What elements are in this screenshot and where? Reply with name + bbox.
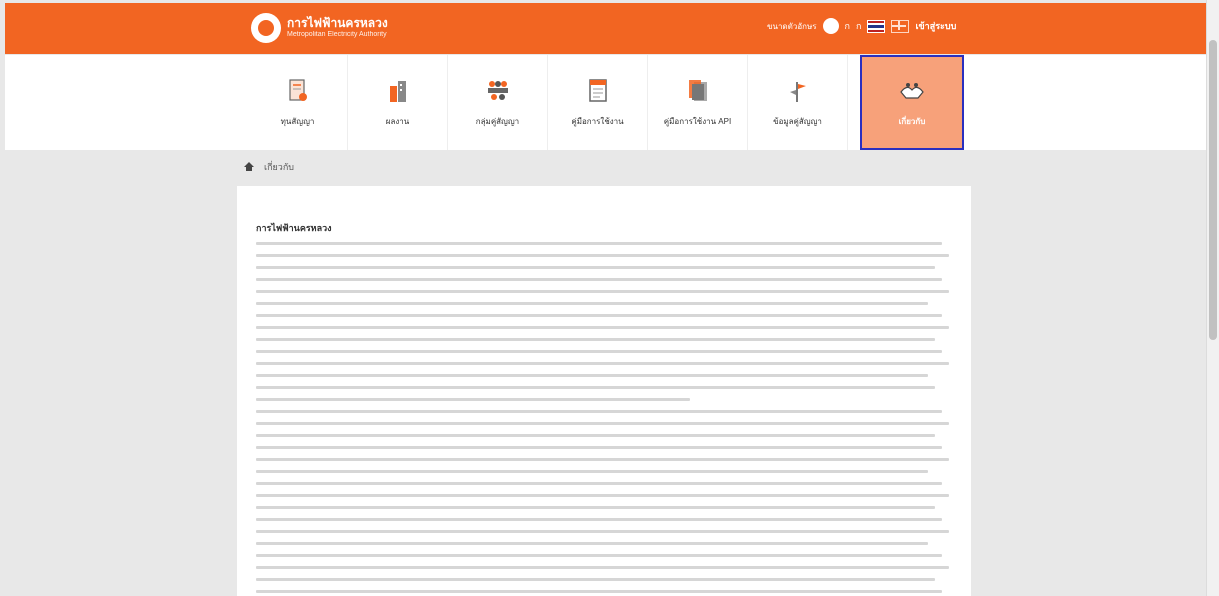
menu-item-works[interactable]: ผลงาน (348, 55, 448, 150)
signpost-icon (784, 77, 812, 105)
login-link[interactable]: เข้าสู่ระบบ (915, 19, 956, 33)
font-size-toggle[interactable] (822, 18, 839, 34)
logo-title: การไฟฟ้านครหลวง (287, 16, 388, 30)
english-flag-icon[interactable] (891, 19, 910, 33)
menu-label: ผลงาน (385, 117, 410, 126)
menu-item-contract[interactable]: ทุนสัญญา (248, 55, 348, 150)
site-logo[interactable]: การไฟฟ้านครหลวง Metropolitan Electricity… (251, 13, 388, 43)
handshake-icon (898, 77, 926, 105)
menu-label: กลุ่มคู่สัญญา (475, 117, 520, 126)
page-scrollbar[interactable] (1206, 0, 1219, 596)
building-icon (384, 77, 412, 105)
paragraph-1-placeholder (256, 242, 956, 410)
font-small-button[interactable]: ก (845, 19, 850, 33)
manual-icon (584, 77, 612, 105)
main-menu: ทุนสัญญา ผลงาน กลุ่มคู่สัญญา คู่มือการใช… (5, 55, 1206, 150)
page-title: การไฟฟ้านครหลวง (256, 223, 332, 233)
document-icon (284, 77, 312, 105)
menu-label: ข้อมูลคู่สัญญา (773, 117, 822, 126)
header-bar: การไฟฟ้านครหลวง Metropolitan Electricity… (5, 3, 1206, 54)
thai-flag-icon[interactable] (867, 19, 886, 33)
header-tools: ขนาดตัวอักษร ก ก เข้าสู่ระบบ (767, 18, 956, 34)
menu-item-manual[interactable]: คู่มือการใช้งาน (548, 55, 648, 150)
api-manual-icon (684, 77, 712, 105)
scrollbar-thumb[interactable] (1209, 40, 1217, 340)
menu-item-contract-info[interactable]: ข้อมูลคู่สัญญา (748, 55, 848, 150)
menu-label: คู่มือการใช้งาน (571, 117, 624, 126)
font-large-button[interactable]: ก (856, 19, 861, 33)
breadcrumb-current: เกี่ยวกับ (264, 162, 295, 172)
app-frame: การไฟฟ้านครหลวง Metropolitan Electricity… (0, 0, 1219, 596)
content-card: การไฟฟ้านครหลวง (237, 186, 971, 596)
menu-item-api-manual[interactable]: คู่มือการใช้งาน API (648, 55, 748, 150)
menu-label: ทุนสัญญา (280, 117, 315, 126)
menu-label: คู่มือการใช้งาน API (663, 117, 732, 126)
logo-subtitle: Metropolitan Electricity Authority (287, 31, 387, 38)
breadcrumb: เกี่ยวกับ (244, 160, 294, 174)
font-size-label: ขนาดตัวอักษร (767, 21, 817, 31)
logo-icon (251, 13, 281, 43)
menu-item-about[interactable]: เกี่ยวกับ (860, 55, 964, 150)
people-icon (484, 77, 512, 105)
home-icon[interactable] (244, 161, 254, 173)
paragraph-2-placeholder (256, 410, 956, 596)
menu-item-groups[interactable]: กลุ่มคู่สัญญา (448, 55, 548, 150)
menu-label: เกี่ยวกับ (898, 117, 926, 126)
